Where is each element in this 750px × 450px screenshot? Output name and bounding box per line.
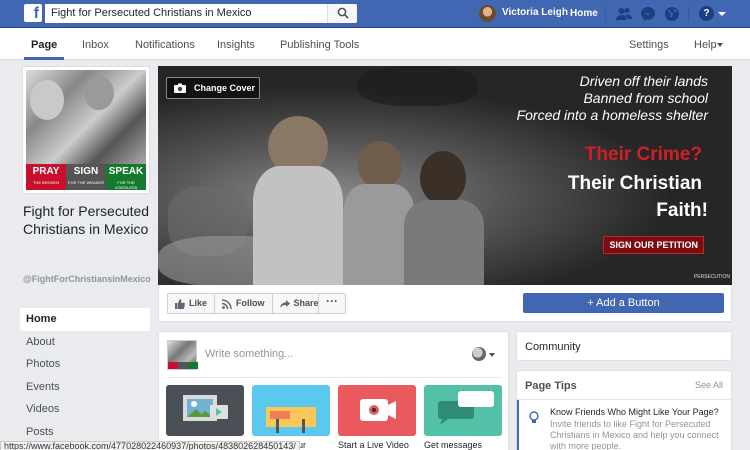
search-icon (337, 7, 349, 19)
page-action-bar: Like Follow Share ··· + Add a Button (158, 285, 732, 322)
settings-link[interactable]: Settings (629, 39, 669, 51)
lightbulb-icon (529, 411, 539, 425)
tip-heading[interactable]: Know Friends Who Might Like Your Page? (550, 407, 725, 417)
side-item-about[interactable]: About (20, 331, 150, 354)
page-username[interactable]: @FightForChristiansinMexico (23, 274, 153, 285)
rss-follow-icon (222, 299, 232, 309)
child-figure (358, 141, 402, 189)
profile-photo (26, 70, 146, 164)
search-value[interactable]: Fight for Persecuted Christians in Mexic… (51, 7, 252, 19)
page-title[interactable]: Fight for Persecuted Christians in Mexic… (23, 203, 153, 238)
composer-input[interactable]: Write something... (205, 348, 293, 360)
side-item-home[interactable]: Home (20, 308, 150, 331)
get-messages-label: Get messages (424, 440, 482, 450)
side-item-videos[interactable]: Videos (20, 398, 150, 421)
live-camera-icon (338, 385, 416, 436)
tab-page[interactable]: Page (31, 39, 57, 51)
more-options-button[interactable]: ··· (318, 293, 346, 314)
see-all-link[interactable]: See All (695, 380, 723, 390)
live-video-label: Start a Live Video (338, 440, 409, 450)
share-arrow-icon (280, 299, 290, 309)
side-item-posts[interactable]: Posts (20, 421, 150, 444)
live-video-tile[interactable] (338, 385, 416, 436)
cover-faith-line-2: Faith! (656, 200, 708, 222)
search-input[interactable]: Fight for Persecuted Christians in Mexic… (45, 4, 357, 23)
cover-faith-line-1: Their Christian (568, 173, 702, 195)
chat-bubbles-icon (424, 385, 502, 436)
status-bar-url: https://www.facebook.com/477028022460937… (0, 441, 300, 450)
divider (517, 399, 731, 400)
cover-line-3: Forced into a homeless shelter (517, 107, 708, 123)
sign-tile: SIGNFOR THE WEAKER (66, 164, 106, 190)
cover-brand-logo: PERSECUTION (694, 274, 730, 280)
change-cover-button[interactable]: Change Cover (166, 77, 260, 99)
user-name: Victoria Leigh (502, 7, 568, 18)
home-link[interactable]: Home (570, 8, 598, 19)
help-menu[interactable]: Help (694, 39, 717, 51)
tab-inbox[interactable]: Inbox (82, 39, 109, 51)
divider (688, 7, 689, 21)
billboard-icon (252, 385, 330, 436)
sign-petition-banner: SIGN OUR PETITION (603, 236, 704, 254)
pray-tile: PRAYTHE BROKEN (26, 164, 66, 190)
cover-line-1: Driven off their lands (580, 73, 708, 89)
speak-tile: SPEAKFOR THE VOICELESS (106, 164, 146, 190)
divider (605, 7, 606, 21)
help-icon[interactable]: ? (699, 6, 714, 21)
search-button[interactable] (327, 4, 357, 23)
friend-requests-icon[interactable] (615, 5, 633, 23)
photo-video-tile[interactable] (166, 385, 244, 436)
divider (561, 7, 562, 21)
action-button-group: Like Follow Share (167, 293, 327, 314)
page-tips-title: Page Tips (525, 380, 577, 392)
active-tab-indicator (24, 57, 64, 60)
page-nav: Page Inbox Notifications Insights Publis… (0, 28, 750, 60)
community-title: Community (525, 341, 581, 353)
get-messages-tile[interactable] (424, 385, 502, 436)
tip-body: Invite friends to like Fight for Persecu… (550, 419, 725, 450)
page-tips-card: Page Tips See All Know Friends Who Might… (516, 370, 732, 450)
camera-icon (174, 83, 186, 93)
avatar (479, 5, 496, 22)
page-side-nav: Home About Photos Events Videos Posts (20, 308, 150, 443)
child-figure (420, 151, 466, 205)
profile-picture[interactable]: PRAYTHE BROKEN SIGNFOR THE WEAKER SPEAKF… (22, 66, 150, 194)
chevron-down-icon[interactable] (717, 43, 723, 47)
tab-insights[interactable]: Insights (217, 39, 255, 51)
offer-tile[interactable] (252, 385, 330, 436)
post-composer: Write something... ur Start a Live Video… (158, 331, 509, 450)
add-a-button[interactable]: + Add a Button (523, 293, 724, 313)
tab-notifications[interactable]: Notifications (135, 39, 195, 51)
tab-publishing-tools[interactable]: Publishing Tools (280, 39, 359, 51)
tip-accent-bar (517, 400, 519, 450)
facebook-logo-icon[interactable]: f (24, 4, 42, 22)
photo-video-icon (166, 385, 244, 436)
side-item-events[interactable]: Events (20, 376, 150, 399)
top-bar: f Fight for Persecuted Christians in Mex… (0, 0, 750, 28)
community-section[interactable]: Community (516, 331, 732, 361)
follow-button[interactable]: Follow (215, 294, 273, 313)
cover-line-2: Banned from school (583, 90, 708, 106)
account-menu-chevron-down-icon[interactable] (718, 12, 726, 16)
divider (167, 377, 501, 378)
like-button[interactable]: Like (168, 294, 215, 313)
messenger-icon[interactable] (639, 5, 657, 23)
side-item-photos[interactable]: Photos (20, 353, 150, 376)
chevron-down-icon[interactable] (489, 353, 495, 357)
globe-notifications-icon[interactable] (663, 5, 681, 23)
cover-photo[interactable]: Change Cover Driven off their lands Bann… (158, 66, 732, 285)
page-avatar (167, 340, 197, 370)
post-as-avatar-icon[interactable] (472, 347, 486, 361)
thumbs-up-icon (175, 299, 185, 309)
cover-crime-heading: Their Crime? (585, 144, 702, 166)
